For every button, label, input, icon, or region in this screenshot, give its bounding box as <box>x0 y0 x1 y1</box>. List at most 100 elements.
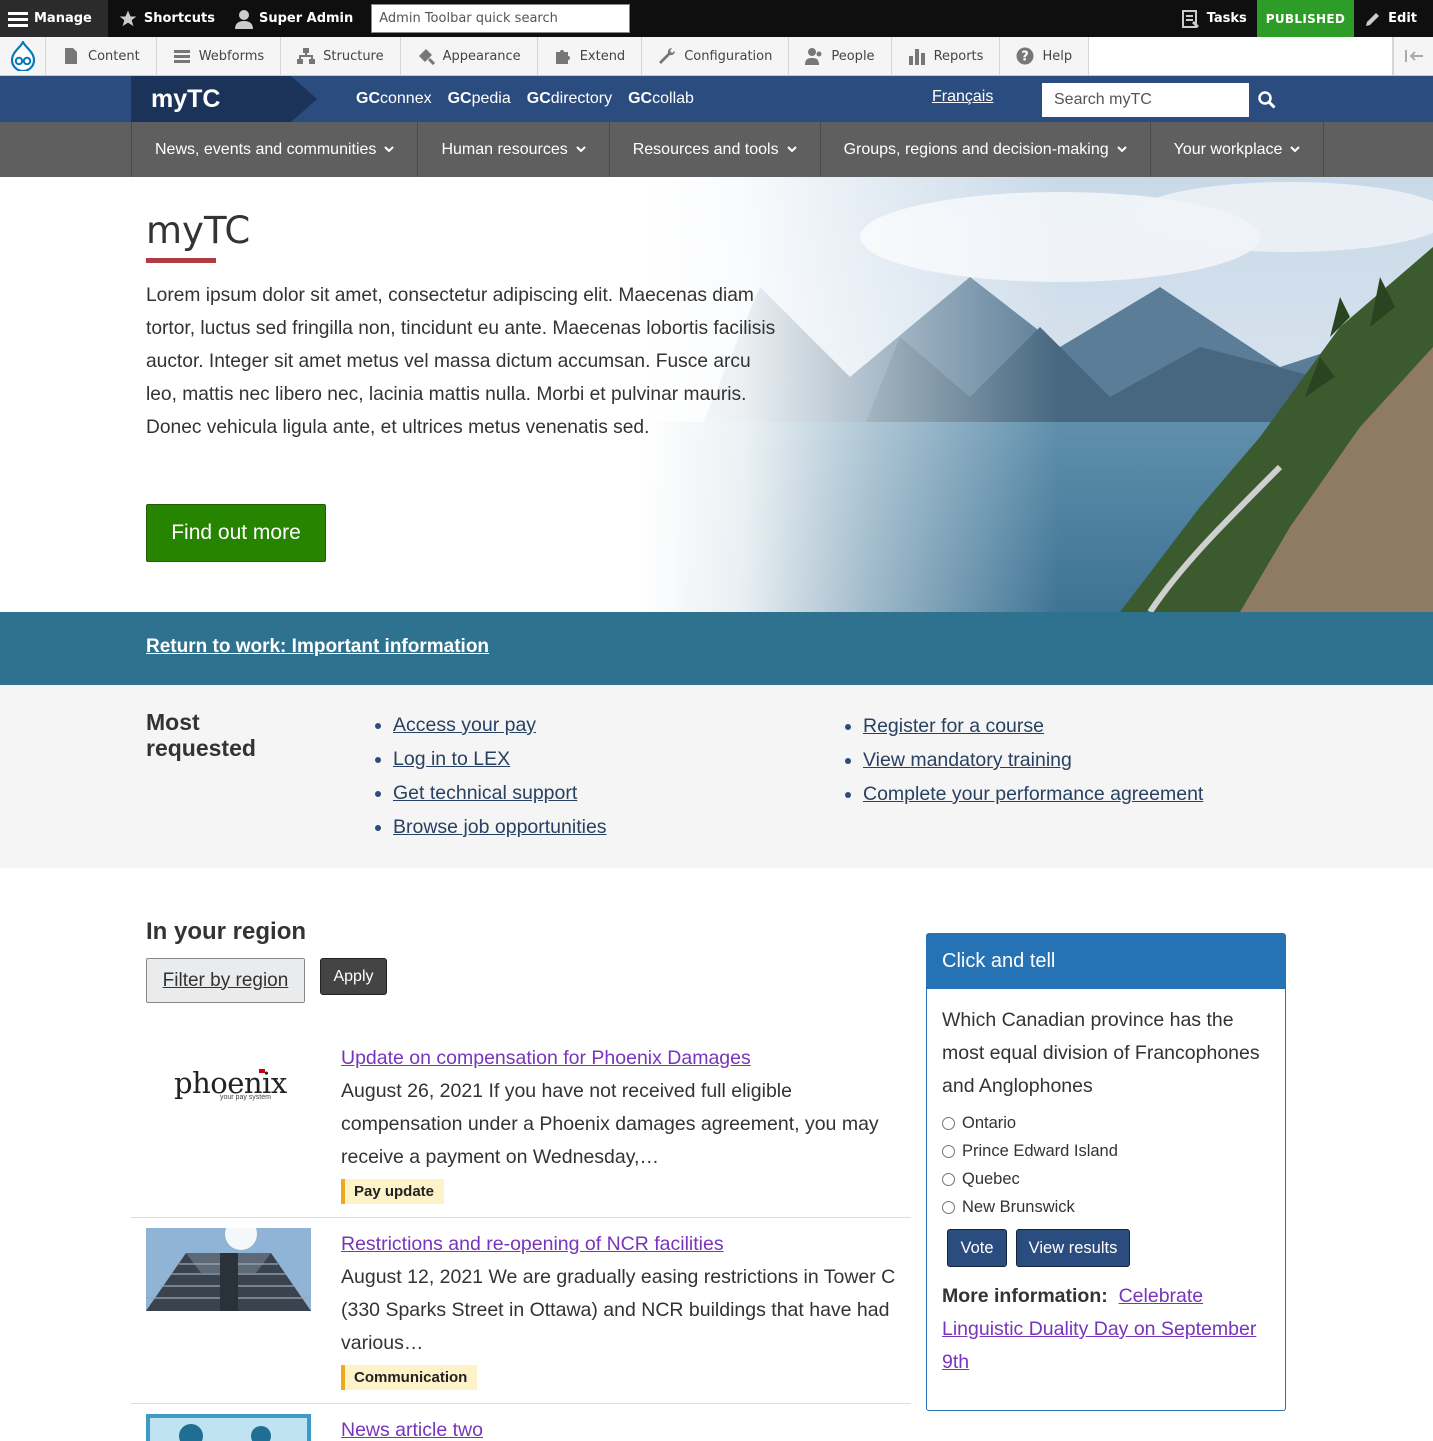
list-item: Log in to LEX <box>393 742 607 776</box>
hero-banner: myTC Lorem ipsum dolor sit amet, consect… <box>0 177 1433 612</box>
edit-label: Edit <box>1388 11 1417 26</box>
shortcuts-tab[interactable]: Shortcuts <box>108 0 225 37</box>
search-button[interactable] <box>1252 83 1282 117</box>
nav-item-workplace[interactable]: Your workplace <box>1151 122 1325 177</box>
lex-login-link[interactable]: Log in to LEX <box>393 748 510 770</box>
radio-button[interactable] <box>942 1116 955 1130</box>
filter-by-region-select[interactable]: Filter by region <box>146 958 305 1003</box>
tray-content[interactable]: Content <box>46 37 157 75</box>
access-pay-link[interactable]: Access your pay <box>393 714 536 736</box>
title-underline-accent <box>146 258 216 263</box>
nav-item-hr[interactable]: Human resources <box>418 122 610 177</box>
radio-button[interactable] <box>942 1172 955 1186</box>
gc-links: GCconnex GCpedia GCdirectory GCcollab <box>356 76 694 122</box>
poll-options: Ontario Prince Edward Island Quebec New … <box>942 1109 1118 1221</box>
poll-option-label: Ontario <box>962 1113 1017 1132</box>
performance-agreement-link[interactable]: Complete your performance agreement <box>863 783 1203 805</box>
gcconnex-link[interactable]: GCconnex <box>356 90 432 108</box>
tech-support-link[interactable]: Get technical support <box>393 782 577 804</box>
return-to-work-link[interactable]: Return to work: Important information <box>146 636 489 658</box>
tray-webforms-label: Webforms <box>198 48 265 64</box>
nav-item-resources[interactable]: Resources and tools <box>610 122 821 177</box>
view-results-button[interactable]: View results <box>1016 1229 1130 1267</box>
list-item: View mandatory training <box>863 743 1203 777</box>
manage-tab[interactable]: Manage <box>0 0 108 37</box>
news-title-link[interactable]: Restrictions and re-opening of NCR facil… <box>341 1233 724 1256</box>
nav-label: News, events and communities <box>155 140 377 158</box>
nav-label: Human resources <box>441 140 568 158</box>
poll-option-pei[interactable]: Prince Edward Island <box>942 1137 1118 1165</box>
gc-prefix: GC <box>447 90 472 107</box>
tray-extend[interactable]: Extend <box>538 37 643 75</box>
phoenix-logo-accent <box>259 1069 265 1073</box>
gc-suffix: directory <box>550 90 613 107</box>
radio-button[interactable] <box>942 1144 955 1158</box>
gcpedia-link[interactable]: GCpedia <box>448 90 511 108</box>
tray-appearance-label: Appearance <box>442 48 521 64</box>
manage-label: Manage <box>34 11 92 26</box>
people-icon <box>805 48 822 65</box>
tray-people-label: People <box>831 48 875 64</box>
poll-option-new-brunswick[interactable]: New Brunswick <box>942 1193 1118 1221</box>
site-search-placeholder: Search myTC <box>1054 91 1152 108</box>
tray-appearance[interactable]: Appearance <box>401 37 538 75</box>
news-tag-badge[interactable]: Pay update <box>341 1179 445 1204</box>
nav-label: Resources and tools <box>632 140 779 158</box>
poll-question: Which Canadian province has the most equ… <box>942 1009 1260 1097</box>
admin-tray: Content Webforms Structure Appearance Ex… <box>0 37 1433 76</box>
news-title-link[interactable]: News article two <box>341 1419 483 1441</box>
phoenix-logo-thumbnail: phoenix your pay system <box>146 1046 311 1129</box>
news-divider <box>131 1217 911 1218</box>
edit-tab[interactable]: Edit <box>1354 0 1433 37</box>
search-icon <box>1258 91 1276 109</box>
site-search-input[interactable]: Search myTC <box>1042 83 1249 117</box>
gc-prefix: GC <box>356 90 380 107</box>
apply-button[interactable]: Apply <box>320 958 387 995</box>
paint-brush-icon <box>418 49 435 65</box>
tray-configuration[interactable]: Configuration <box>642 37 790 75</box>
chevron-down-icon <box>1116 146 1127 153</box>
user-tab[interactable]: Super Admin <box>225 0 363 37</box>
language-toggle-link[interactable]: Français <box>932 88 993 106</box>
tray-webforms[interactable]: Webforms <box>157 37 282 75</box>
tray-help[interactable]: ? Help <box>1000 37 1090 75</box>
poll-option-ontario[interactable]: Ontario <box>942 1109 1118 1137</box>
tray-people[interactable]: People <box>789 37 892 75</box>
gcdirectory-link[interactable]: GCdirectory <box>527 90 612 108</box>
admin-quick-search-input[interactable]: Admin Toolbar quick search <box>371 4 631 33</box>
collapse-tray-icon[interactable] <box>1393 37 1433 75</box>
site-header: myTC GCconnex GCpedia GCdirectory GCcoll… <box>0 76 1433 122</box>
radio-button[interactable] <box>942 1200 955 1214</box>
gccollab-link[interactable]: GCcollab <box>628 90 694 108</box>
mandatory-training-link[interactable]: View mandatory training <box>863 749 1072 771</box>
list-item: Complete your performance agreement <box>863 777 1203 811</box>
region-heading: In your region <box>146 918 307 945</box>
tray-structure-label: Structure <box>323 48 384 64</box>
structure-icon <box>297 48 316 64</box>
published-status-badge: PUBLISHED <box>1256 0 1355 37</box>
gc-suffix: collab <box>652 90 694 107</box>
tray-reports[interactable]: Reports <box>892 37 1001 75</box>
tasks-tab[interactable]: Tasks <box>1171 0 1257 37</box>
news-tag-badge[interactable]: Communication <box>341 1365 478 1390</box>
nav-label: Your workplace <box>1173 140 1283 158</box>
job-opportunities-link[interactable]: Browse job opportunities <box>393 816 607 838</box>
nav-item-groups[interactable]: Groups, regions and decision-making <box>821 122 1151 177</box>
find-out-more-button[interactable]: Find out more <box>146 504 326 562</box>
news-title-link[interactable]: Update on compensation for Phoenix Damag… <box>341 1047 751 1070</box>
poll-more-info: More information: Celebrate Linguistic D… <box>942 1280 1262 1379</box>
poll-option-quebec[interactable]: Quebec <box>942 1165 1118 1193</box>
vote-button[interactable]: Vote <box>947 1229 1007 1267</box>
virus-image-thumbnail <box>146 1414 311 1441</box>
register-course-link[interactable]: Register for a course <box>863 715 1044 737</box>
poll-option-label: Quebec <box>962 1169 1020 1188</box>
tray-reports-label: Reports <box>933 48 984 64</box>
list-item: Access your pay <box>393 708 607 742</box>
list-item: Get technical support <box>393 776 607 810</box>
tray-structure[interactable]: Structure <box>281 37 401 75</box>
news-divider <box>131 1403 911 1404</box>
nav-item-news[interactable]: News, events and communities <box>132 122 419 177</box>
document-icon <box>65 48 77 64</box>
site-brand[interactable]: myTC <box>131 76 317 122</box>
drupal-logo-icon[interactable] <box>0 37 46 75</box>
